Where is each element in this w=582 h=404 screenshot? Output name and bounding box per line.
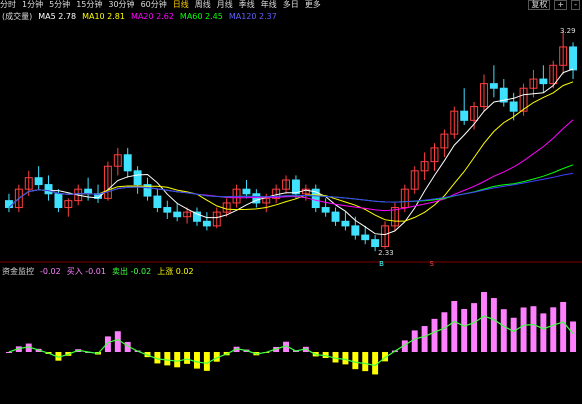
ma60-line — [8, 164, 574, 208]
candle-body — [341, 220, 350, 227]
hist-bar — [510, 317, 517, 352]
candle-body — [371, 239, 380, 248]
hist-bar — [352, 352, 359, 370]
candle-body — [34, 177, 43, 186]
candle-body — [351, 225, 360, 236]
hist-bar — [421, 326, 428, 352]
candles-group — [4, 30, 578, 252]
candle-body — [361, 234, 370, 241]
hist-bar — [5, 352, 12, 353]
sub-indicator-line — [8, 315, 574, 367]
candle-body — [489, 83, 498, 89]
hist-bar — [194, 352, 200, 369]
hist-bar — [481, 292, 487, 352]
candle-body — [539, 78, 548, 85]
candle-body — [123, 154, 132, 172]
hist-bar — [174, 352, 181, 368]
ma-lines-group — [8, 68, 574, 236]
ma120-line — [8, 172, 574, 208]
sell-marker: S — [429, 260, 434, 268]
hist-bar — [540, 313, 547, 352]
hist-bar — [342, 352, 349, 365]
candle-body — [202, 220, 211, 227]
high-price-label: 3.29 — [560, 26, 576, 35]
hist-bar — [431, 318, 438, 352]
candle-body — [569, 46, 578, 71]
candle-body — [84, 188, 93, 195]
hist-bar — [570, 321, 577, 352]
hist-bar — [490, 298, 497, 352]
hist-bar — [550, 307, 557, 352]
histogram-group — [5, 292, 577, 375]
buy-marker: B — [379, 260, 384, 268]
candle-body — [460, 110, 469, 121]
hist-bar — [114, 331, 121, 352]
hist-bar — [471, 303, 478, 352]
candle-body — [173, 211, 182, 218]
candle-body — [509, 101, 518, 112]
ma5-line — [8, 68, 574, 236]
hist-bar — [560, 301, 567, 352]
candle-body — [163, 207, 172, 213]
candle-body — [331, 211, 340, 222]
candle-body — [4, 200, 13, 209]
candle-body — [133, 170, 142, 186]
ma10-line — [8, 81, 574, 222]
hist-bar — [164, 352, 171, 366]
hist-bar — [203, 352, 210, 371]
hist-bar — [411, 330, 418, 352]
candle-body — [242, 188, 251, 195]
candle-body — [321, 207, 330, 213]
hist-bar — [184, 352, 191, 364]
hist-bar — [520, 307, 527, 352]
ma20-line — [8, 119, 574, 212]
candle-body — [44, 184, 53, 195]
hist-bar — [530, 306, 537, 352]
low-price-label: 2.33 — [378, 249, 394, 258]
hist-bar — [500, 309, 507, 352]
candle-body — [153, 195, 162, 209]
hist-bar — [441, 312, 448, 352]
hist-bar — [362, 352, 369, 372]
candle-body — [54, 193, 63, 209]
hist-bar — [451, 301, 458, 352]
hist-bar — [461, 309, 468, 352]
price-chart[interactable] — [0, 0, 582, 404]
